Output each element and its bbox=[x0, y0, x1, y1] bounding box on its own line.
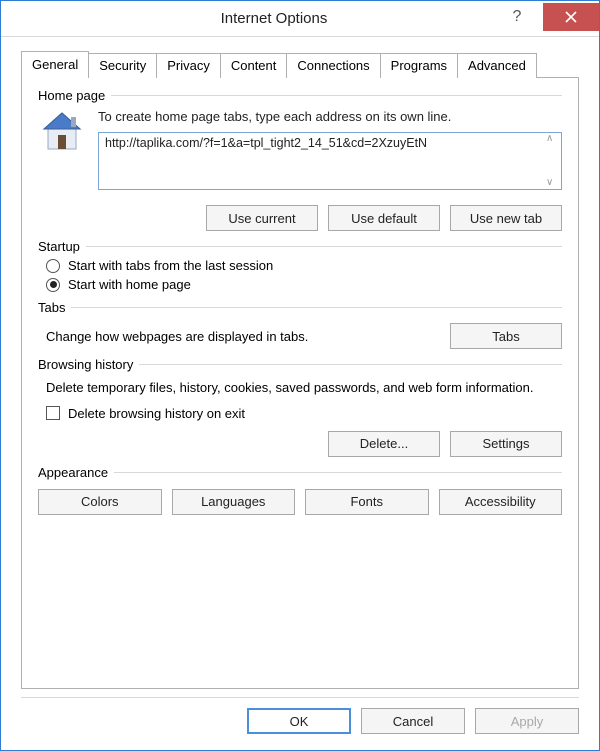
dialog-footer: OK Cancel Apply bbox=[1, 698, 599, 750]
startup-radio-home-page[interactable]: Start with home page bbox=[46, 277, 562, 292]
ok-button[interactable]: OK bbox=[247, 708, 351, 734]
titlebar: Internet Options ? bbox=[1, 1, 599, 37]
internet-options-window: Internet Options ? General Security Priv… bbox=[0, 0, 600, 751]
tab-security[interactable]: Security bbox=[88, 53, 157, 78]
languages-button[interactable]: Languages bbox=[172, 489, 296, 515]
textarea-scroll[interactable]: ∧∨ bbox=[546, 134, 560, 188]
tab-panel-general: Home page To create home page tabs, type… bbox=[21, 77, 579, 689]
history-desc: Delete temporary files, history, cookies… bbox=[46, 378, 562, 398]
appearance-label: Appearance bbox=[38, 465, 108, 480]
tab-content[interactable]: Content bbox=[220, 53, 288, 78]
radio-icon bbox=[46, 278, 60, 292]
radio-icon bbox=[46, 259, 60, 273]
tab-advanced[interactable]: Advanced bbox=[457, 53, 537, 78]
delete-button[interactable]: Delete... bbox=[328, 431, 440, 457]
use-current-button[interactable]: Use current bbox=[206, 205, 318, 231]
tab-connections[interactable]: Connections bbox=[286, 53, 380, 78]
startup-opt2-label: Start with home page bbox=[68, 277, 191, 292]
tab-programs[interactable]: Programs bbox=[380, 53, 458, 78]
home-page-desc: To create home page tabs, type each addr… bbox=[98, 109, 562, 124]
tab-strip: General Security Privacy Content Connect… bbox=[21, 53, 579, 78]
use-new-tab-button[interactable]: Use new tab bbox=[450, 205, 562, 231]
startup-radio-last-session[interactable]: Start with tabs from the last session bbox=[46, 258, 562, 273]
window-title: Internet Options bbox=[57, 10, 491, 27]
checkbox-icon bbox=[46, 406, 60, 420]
close-icon bbox=[565, 11, 577, 23]
delete-on-exit-checkbox[interactable]: Delete browsing history on exit bbox=[46, 406, 562, 421]
startup-opt1-label: Start with tabs from the last session bbox=[68, 258, 273, 273]
content-area: General Security Privacy Content Connect… bbox=[1, 37, 599, 697]
use-default-button[interactable]: Use default bbox=[328, 205, 440, 231]
accessibility-button[interactable]: Accessibility bbox=[439, 489, 563, 515]
colors-button[interactable]: Colors bbox=[38, 489, 162, 515]
settings-button[interactable]: Settings bbox=[450, 431, 562, 457]
home-page-input[interactable] bbox=[98, 132, 562, 190]
apply-button[interactable]: Apply bbox=[475, 708, 579, 734]
tabs-label: Tabs bbox=[38, 300, 65, 315]
tabs-button[interactable]: Tabs bbox=[450, 323, 562, 349]
history-label: Browsing history bbox=[38, 357, 133, 372]
tabs-desc: Change how webpages are displayed in tab… bbox=[46, 329, 436, 344]
delete-on-exit-label: Delete browsing history on exit bbox=[68, 406, 245, 421]
close-button[interactable] bbox=[543, 3, 599, 31]
startup-label: Startup bbox=[38, 239, 80, 254]
fonts-button[interactable]: Fonts bbox=[305, 489, 429, 515]
help-button[interactable]: ? bbox=[491, 3, 543, 31]
tab-general[interactable]: General bbox=[21, 51, 89, 78]
home-icon bbox=[38, 109, 86, 157]
tab-privacy[interactable]: Privacy bbox=[156, 53, 221, 78]
home-page-label: Home page bbox=[38, 88, 105, 103]
cancel-button[interactable]: Cancel bbox=[361, 708, 465, 734]
